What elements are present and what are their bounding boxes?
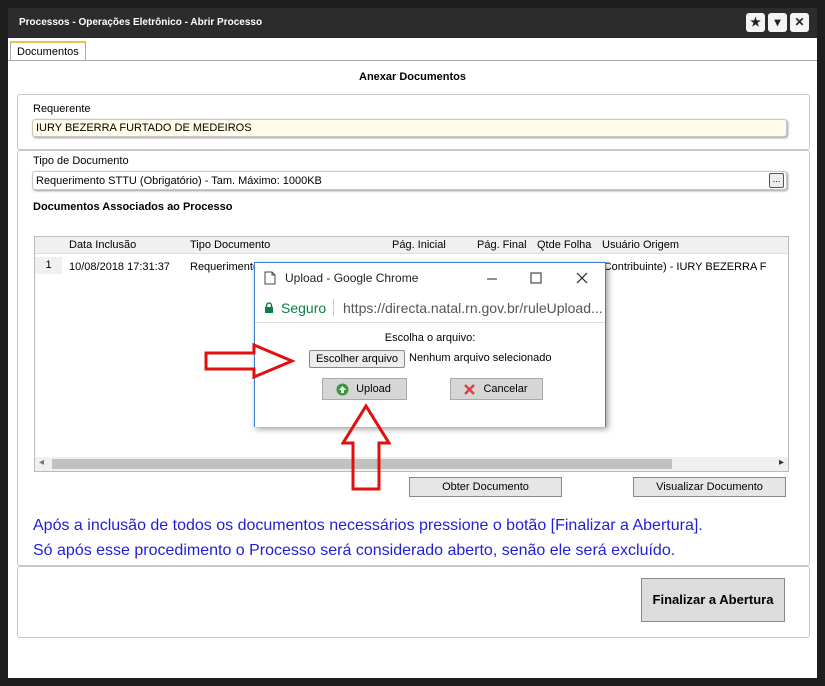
scroll-left-icon[interactable]: ◂ xyxy=(39,457,44,468)
dialog-title-bar: Upload - Google Chrome xyxy=(255,263,605,293)
url-text[interactable]: https://directa.natal.rn.gov.br/ruleUplo… xyxy=(343,300,603,316)
close-icon[interactable]: ✕ xyxy=(790,13,809,32)
column-header[interactable]: Data Inclusão xyxy=(69,239,136,251)
column-header[interactable]: Qtde Folha xyxy=(537,239,591,251)
tab-documentos[interactable]: Documentos xyxy=(10,41,86,60)
window-title: Processos - Operações Eletrônico - Abrir… xyxy=(19,17,263,28)
requerente-field[interactable]: IURY BEZERRA FURTADO DE MEDEIROS xyxy=(32,119,787,137)
upload-label: Upload xyxy=(356,383,391,395)
info-line-1: Após a inclusão de todos os documentos n… xyxy=(33,517,703,534)
row-number: 1 xyxy=(35,257,62,274)
up-arrow-annotation-icon xyxy=(341,403,391,491)
file-status: Nenhum arquivo selecionado xyxy=(409,352,552,364)
cancel-label: Cancelar xyxy=(483,383,528,395)
tab-divider xyxy=(8,60,817,61)
column-header[interactable]: Tipo Documento xyxy=(190,239,270,251)
info-line-2: Só após esse procedimento o Processo ser… xyxy=(33,542,676,559)
column-header[interactable]: Pág. Inicial xyxy=(392,239,446,251)
address-bar[interactable]: Seguro https://directa.natal.rn.gov.br/r… xyxy=(255,293,605,323)
docs-section-label: Documentos Associados ao Processo xyxy=(33,201,233,213)
requerente-label: Requerente xyxy=(33,103,91,115)
more-options-button[interactable]: ... xyxy=(769,173,784,188)
title-bar: Processos - Operações Eletrônico - Abrir… xyxy=(8,8,817,38)
upload-icon xyxy=(336,383,349,396)
page-icon xyxy=(264,271,276,285)
tipo-documento-select[interactable]: Requerimento STTU (Obrigatório) - Tam. M… xyxy=(32,171,787,190)
page-title: Anexar Documentos xyxy=(359,71,466,83)
obter-documento-button[interactable]: Obter Documento xyxy=(409,477,562,497)
visualizar-documento-button[interactable]: Visualizar Documento xyxy=(633,477,786,497)
cell-usuario-origem[interactable]: (Contribuinte) - IURY BEZERRA F xyxy=(600,261,766,273)
choose-file-label: Escolha o arquivo: xyxy=(384,332,476,344)
dropdown-chevron-icon[interactable]: ▾ xyxy=(768,13,787,32)
favorite-star-icon[interactable]: ★ xyxy=(746,13,765,32)
column-header[interactable]: Usuário Origem xyxy=(602,239,679,251)
minimize-icon[interactable] xyxy=(486,273,498,285)
cancel-x-icon xyxy=(464,384,475,395)
tipo-documento-label: Tipo de Documento xyxy=(33,155,129,167)
app-window: Processos - Operações Eletrônico - Abrir… xyxy=(0,0,825,686)
secure-label: Seguro xyxy=(281,300,327,316)
tipo-documento-value: Requerimento STTU (Obrigatório) - Tam. M… xyxy=(36,175,322,187)
dialog-title: Upload - Google Chrome xyxy=(285,271,419,285)
table-header: Data Inclusão Tipo Documento Pág. Inicia… xyxy=(35,237,788,254)
cell-data-inclusao[interactable]: 10/08/2018 17:31:37 xyxy=(69,261,170,273)
scroll-right-icon[interactable]: ▸ xyxy=(779,457,784,468)
finalizar-abertura-button[interactable]: Finalizar a Abertura xyxy=(641,578,785,622)
upload-button[interactable]: Upload xyxy=(322,378,407,400)
column-header[interactable]: Pág. Final xyxy=(477,239,527,251)
choose-file-button[interactable]: Escolher arquivo xyxy=(309,350,405,368)
lock-icon xyxy=(265,302,273,313)
dialog-close-icon[interactable] xyxy=(576,272,588,284)
horizontal-scrollbar[interactable]: ◂ ▸ xyxy=(35,457,788,471)
right-arrow-annotation-icon xyxy=(204,343,296,379)
cancel-button[interactable]: Cancelar xyxy=(450,378,543,400)
maximize-icon[interactable] xyxy=(530,272,542,284)
upload-dialog: Upload - Google Chrome Seguro https://di… xyxy=(254,262,606,427)
url-divider xyxy=(333,299,334,316)
dialog-body: Escolha o arquivo: Escolher arquivo Nenh… xyxy=(255,324,605,427)
